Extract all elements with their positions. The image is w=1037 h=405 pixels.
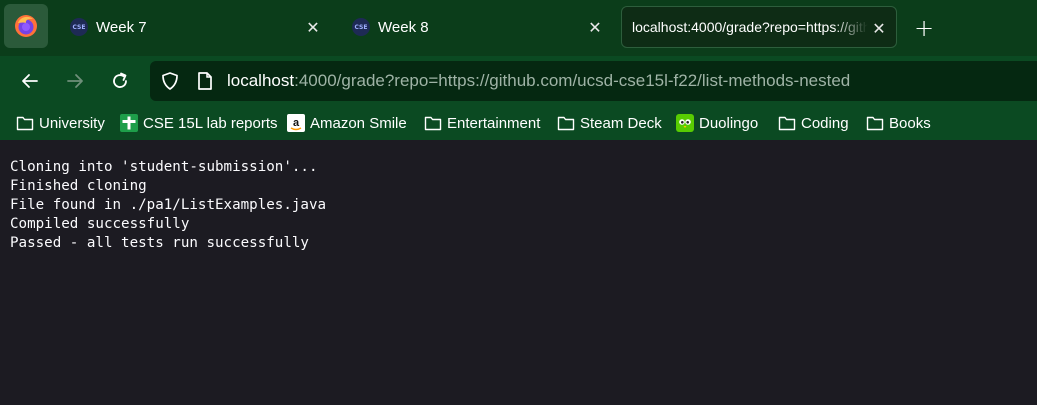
back-arrow-icon [22, 74, 38, 88]
url-path: :4000/grade?repo=https://github.com/ucsd… [294, 71, 851, 90]
folder-icon [778, 114, 796, 132]
firefox-icon [15, 15, 37, 37]
new-tab-button[interactable]: + [910, 14, 938, 42]
forward-button[interactable] [59, 65, 91, 97]
tab-label: localhost:4000/grade?repo=https://github… [632, 19, 868, 35]
svg-text:a: a [293, 117, 300, 129]
bookmarks-toolbar: University CSE 15L lab reports a Amazon … [0, 106, 1037, 140]
output-line: Compiled successfully [10, 216, 190, 232]
tab-strip: CSE Week 7 ✕ CSE Week 8 ✕ localhost:4000… [0, 0, 1037, 56]
bookmark-books[interactable]: Books [866, 112, 931, 134]
address-bar[interactable]: localhost:4000/grade?repo=https://github… [150, 61, 1037, 101]
output-line: File found in ./pa1/ListExamples.java [10, 197, 327, 213]
tab-week-7[interactable]: CSE Week 7 ✕ [58, 6, 330, 48]
forward-arrow-icon [67, 74, 83, 88]
bookmark-steam-deck[interactable]: Steam Deck [557, 112, 662, 134]
page-content: Cloning into 'student-submission'... Fini… [0, 140, 1037, 405]
reload-icon [113, 72, 127, 88]
close-tab-icon[interactable]: ✕ [302, 16, 324, 38]
tracking-protection-shield-icon[interactable] [160, 71, 180, 96]
amazon-icon: a [287, 114, 305, 132]
back-button[interactable] [14, 65, 46, 97]
tab-week-8[interactable]: CSE Week 8 ✕ [340, 6, 612, 48]
bookmark-label: Amazon Smile [310, 114, 407, 132]
tab-localhost-grade[interactable]: localhost:4000/grade?repo=https://github… [621, 6, 897, 48]
navigation-toolbar: localhost:4000/grade?repo=https://github… [0, 56, 1037, 106]
cse-favicon-icon: CSE [70, 18, 88, 36]
bookmark-label: Steam Deck [580, 114, 662, 132]
grader-output: Cloning into 'student-submission'... Fini… [10, 158, 326, 253]
bookmark-label: Coding [801, 114, 849, 132]
bookmark-cse-15l-lab-reports[interactable]: CSE 15L lab reports [120, 112, 278, 134]
bookmark-label: University [39, 114, 105, 132]
bookmark-label: CSE 15L lab reports [143, 114, 278, 132]
folder-icon [424, 114, 442, 132]
output-line: Cloning into 'student-submission'... [10, 159, 318, 175]
folder-icon [557, 114, 575, 132]
bookmark-duolingo[interactable]: Duolingo [676, 112, 758, 134]
folder-icon [16, 114, 34, 132]
bookmark-university[interactable]: University [16, 112, 105, 134]
tab-label: Week 8 [378, 18, 429, 36]
tab-label: Week 7 [96, 18, 147, 36]
page-info-icon[interactable] [196, 71, 214, 96]
url-text[interactable]: localhost:4000/grade?repo=https://github… [227, 71, 850, 91]
close-tab-icon[interactable]: ✕ [584, 16, 606, 38]
url-host: localhost [227, 71, 295, 90]
bookmark-amazon-smile[interactable]: a Amazon Smile [287, 112, 407, 134]
duolingo-icon [676, 114, 694, 132]
bookmark-label: Duolingo [699, 114, 759, 132]
firefox-menu-button[interactable] [4, 4, 48, 48]
bookmark-entertainment[interactable]: Entertainment [424, 112, 540, 134]
folder-icon [866, 114, 884, 132]
bookmark-label: Entertainment [447, 114, 541, 132]
reload-button[interactable] [104, 65, 136, 97]
output-line: Passed - all tests run successfully [10, 235, 309, 251]
output-line: Finished cloning [10, 178, 147, 194]
cse-favicon-icon: CSE [352, 18, 370, 36]
bookmark-coding[interactable]: Coding [778, 112, 849, 134]
green-cross-icon [120, 114, 138, 132]
bookmark-label: Books [889, 114, 931, 132]
close-tab-icon[interactable]: ✕ [868, 17, 890, 39]
